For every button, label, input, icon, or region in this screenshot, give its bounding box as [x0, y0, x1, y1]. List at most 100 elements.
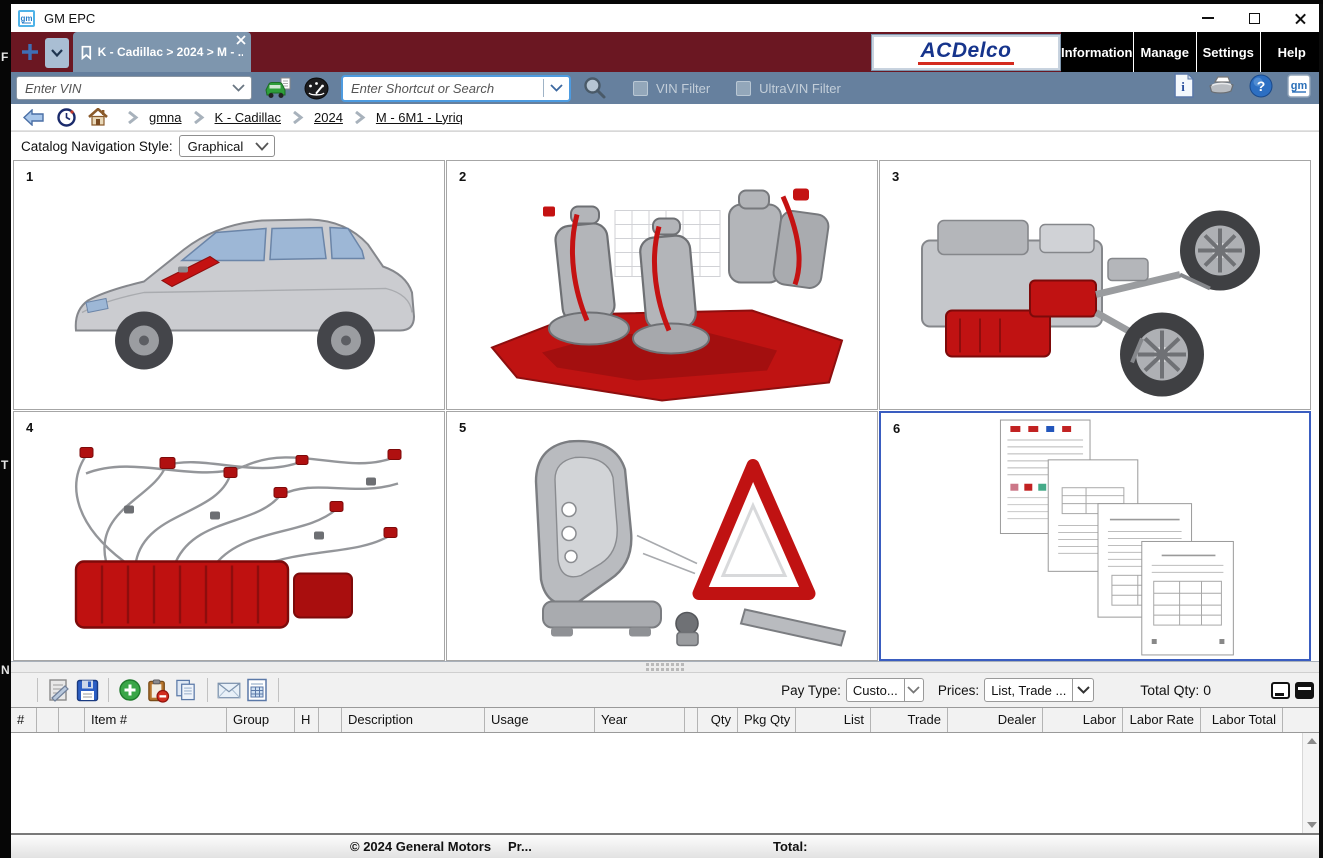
print-button[interactable] — [1208, 74, 1235, 102]
gm-app-icon: gm — [18, 10, 35, 27]
vin-dropdown-button[interactable] — [225, 84, 251, 92]
expand-panel-button[interactable] — [1295, 682, 1314, 699]
column-header-h[interactable]: H — [295, 708, 319, 732]
scroll-down-icon[interactable] — [1307, 822, 1317, 828]
help-button[interactable]: ? — [1249, 74, 1273, 103]
home-button[interactable] — [88, 108, 108, 126]
breadcrumb-link-make[interactable]: K - Cadillac — [215, 110, 281, 125]
main-menu: Information Manage Settings Help — [1061, 32, 1323, 72]
tab-list-dropdown-button[interactable] — [45, 38, 69, 68]
report-button[interactable] — [245, 678, 269, 702]
maximize-icon — [1249, 13, 1260, 24]
chevron-right-icon — [126, 111, 139, 124]
shortcut-search-input[interactable] — [343, 77, 543, 100]
envelope-icon — [217, 680, 241, 701]
column-header-blank-2[interactable] — [59, 708, 85, 732]
column-header-blank-19[interactable] — [1283, 708, 1319, 732]
dashboard-gauge-button[interactable] — [304, 77, 329, 100]
chevron-down-icon — [904, 679, 923, 701]
green-vehicle-icon — [264, 77, 292, 99]
panel-splitter[interactable] — [11, 661, 1319, 673]
pay-type-select[interactable]: Custo... — [846, 678, 924, 702]
save-button[interactable] — [75, 678, 99, 702]
menu-settings[interactable]: Settings — [1196, 32, 1260, 72]
vehicle-body-image — [14, 161, 444, 409]
column-header-item-[interactable]: Item # — [85, 708, 227, 732]
worksheet-button[interactable] — [47, 678, 71, 702]
remove-from-list-button[interactable] — [146, 678, 170, 702]
column-header--[interactable]: # — [11, 708, 37, 732]
column-header-usage[interactable]: Usage — [485, 708, 595, 732]
column-header-labor[interactable]: Labor — [1043, 708, 1123, 732]
column-header-labor-rate[interactable]: Labor Rate — [1123, 708, 1201, 732]
background-letter: T — [1, 458, 8, 472]
shortcut-dropdown-button[interactable] — [543, 79, 569, 97]
column-header-blank-10[interactable] — [685, 708, 698, 732]
catalog-nav-row: Catalog Navigation Style: Graphical — [11, 131, 1319, 160]
column-header-group[interactable]: Group — [227, 708, 295, 732]
column-header-description[interactable]: Description — [342, 708, 485, 732]
catalog-nav-style-select[interactable]: Graphical — [179, 135, 275, 157]
bookmark-icon — [81, 45, 92, 60]
vehicle-info-button[interactable] — [264, 77, 292, 99]
add-item-button[interactable] — [118, 678, 142, 702]
back-button[interactable] — [23, 109, 45, 126]
maximize-button[interactable] — [1231, 4, 1277, 32]
column-header-blank-6[interactable] — [319, 708, 342, 732]
vin-filter-label: VIN Filter — [656, 81, 710, 96]
close-button[interactable] — [1277, 4, 1323, 32]
column-header-year[interactable]: Year — [595, 708, 685, 732]
add-icon — [119, 679, 141, 701]
catalog-tab[interactable]: K - Cadillac > 2024 > M - ... — [73, 32, 251, 72]
gm-site-button[interactable]: gm — [1287, 74, 1311, 103]
thumbnail-wiring-harness[interactable]: 4 — [13, 411, 445, 661]
shortcut-search-box — [341, 75, 571, 102]
vin-filter-checkbox[interactable] — [633, 81, 648, 96]
email-button[interactable] — [217, 678, 241, 702]
breadcrumb-link-model[interactable]: M - 6M1 - Lyriq — [376, 110, 463, 125]
history-button[interactable] — [57, 108, 76, 127]
thumbnail-reference-documents[interactable]: 6 — [879, 411, 1311, 661]
vin-input[interactable] — [17, 77, 225, 99]
thumbnail-number: 4 — [26, 420, 33, 435]
thumbnail-seats-interior[interactable]: 2 — [446, 160, 878, 410]
table-scrollbar[interactable] — [1302, 733, 1319, 833]
information-page-button[interactable]: i — [1174, 73, 1194, 103]
breadcrumb-link-year[interactable]: 2024 — [314, 110, 343, 125]
window-right-edge — [1319, 0, 1323, 858]
wiring-harness-image — [14, 412, 444, 660]
thumbnail-child-seat-accessories[interactable]: 5 — [446, 411, 878, 661]
menu-manage[interactable]: Manage — [1133, 32, 1197, 72]
column-header-list[interactable]: List — [796, 708, 871, 732]
prices-select[interactable]: List, Trade ... — [984, 678, 1094, 702]
ultravin-filter-checkbox[interactable] — [736, 81, 751, 96]
print-status-text: Pr... — [508, 839, 532, 854]
seats-interior-image — [447, 161, 877, 409]
column-header-labor-total[interactable]: Labor Total — [1201, 708, 1283, 732]
column-header-trade[interactable]: Trade — [871, 708, 948, 732]
vin-input-box — [16, 76, 252, 100]
gauge-icon — [304, 77, 329, 100]
column-header-dealer[interactable]: Dealer — [948, 708, 1043, 732]
column-header-blank-1[interactable] — [37, 708, 59, 732]
tab-bar: K - Cadillac > 2024 > M - ... ACDelco In… — [11, 32, 1323, 72]
copy-button[interactable] — [174, 678, 198, 702]
tab-close-icon[interactable] — [236, 35, 246, 45]
scroll-up-icon[interactable] — [1307, 738, 1317, 744]
new-tab-button[interactable] — [19, 40, 41, 64]
minimize-button[interactable] — [1185, 4, 1231, 32]
breadcrumb-link-gmna[interactable]: gmna — [149, 110, 182, 125]
menu-information[interactable]: Information — [1061, 32, 1133, 72]
column-header-qty[interactable]: Qty — [698, 708, 738, 732]
collapse-panel-button[interactable] — [1271, 682, 1290, 699]
back-arrow-icon — [23, 109, 45, 126]
thumbnail-chassis-drivetrain[interactable]: 3 — [879, 160, 1311, 410]
tab-label: K - Cadillac > 2024 > M - ... — [98, 45, 243, 59]
column-header-pkg-qty[interactable]: Pkg Qty — [738, 708, 796, 732]
plus-icon — [21, 43, 39, 61]
search-toolbar: VIN Filter UltraVIN Filter i — [11, 72, 1323, 104]
chevron-right-icon — [192, 111, 205, 124]
search-button[interactable] — [583, 76, 607, 100]
menu-help[interactable]: Help — [1260, 32, 1323, 72]
thumbnail-vehicle-body[interactable]: 1 — [13, 160, 445, 410]
